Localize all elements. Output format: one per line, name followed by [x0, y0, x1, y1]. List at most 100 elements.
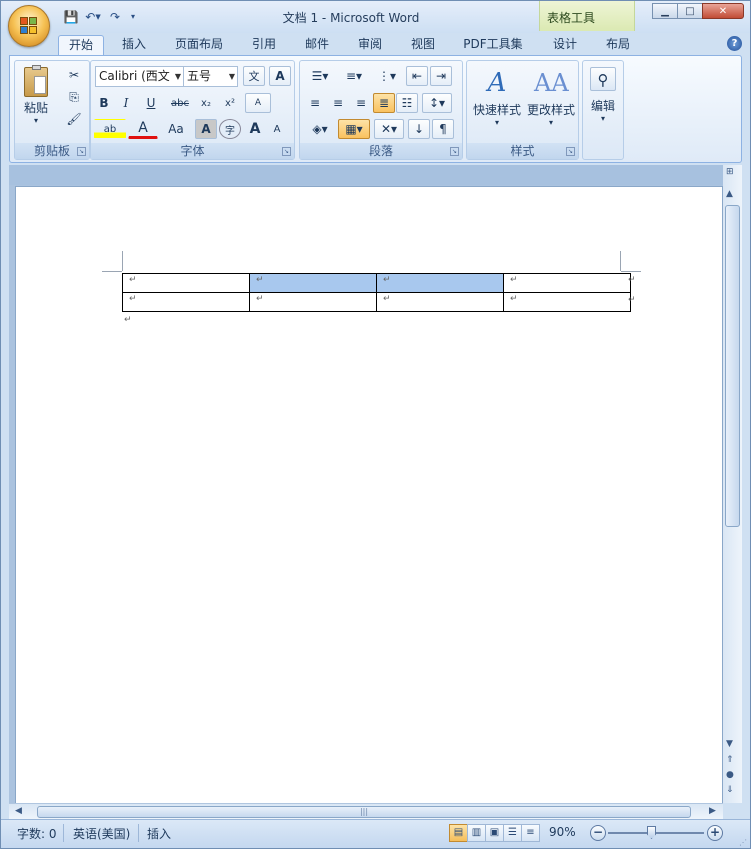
scroll-up-icon[interactable]: ▲ [726, 189, 733, 199]
prev-page-icon[interactable]: ⇑ [726, 755, 734, 765]
tab-mailings[interactable]: 邮件 [297, 35, 337, 55]
tab-view[interactable]: 视图 [403, 35, 443, 55]
strikethrough-button[interactable]: abc [167, 93, 193, 113]
horizontal-scrollbar[interactable]: ◀ ||| ▶ [9, 803, 723, 819]
show-marks-icon[interactable]: ¶ [432, 119, 454, 139]
tab-insert[interactable]: 插入 [114, 35, 154, 55]
document-page[interactable]: ↵ ↵ ↵ ↵ ↵ ↵ ↵ ↵ ↵ ↵ ↵ [15, 186, 723, 804]
insert-mode-indicator[interactable]: 插入 [147, 825, 171, 842]
bold-button[interactable]: B [94, 93, 114, 113]
vertical-scroll-thumb[interactable] [725, 205, 740, 527]
multilevel-list-icon[interactable]: ⋮▾ [372, 66, 402, 86]
zoom-slider-thumb[interactable] [647, 826, 656, 839]
font-launcher-icon[interactable]: ↘ [282, 147, 291, 156]
zoom-slider-track[interactable] [608, 832, 704, 834]
font-color-button[interactable]: A [128, 119, 158, 139]
scroll-right-icon[interactable]: ▶ [709, 806, 716, 816]
enclose-char-icon[interactable]: 字 [219, 119, 241, 139]
tab-layout[interactable]: 布局 [598, 35, 638, 55]
tab-pdf-tools[interactable]: PDF工具集 [457, 35, 529, 55]
zoom-out-icon[interactable]: − [590, 825, 606, 841]
tab-review[interactable]: 审阅 [350, 35, 390, 55]
table-cell-selected[interactable]: ↵ [376, 273, 504, 293]
group-clipboard: 粘贴 ▾ ✂ ⎘ 🖌 剪贴板 ↘ [14, 60, 90, 160]
phonetic-guide-icon[interactable]: 文 [243, 66, 265, 86]
char-border-icon[interactable]: A [269, 66, 291, 86]
table-cell-selected[interactable]: ↵ [249, 273, 377, 293]
zoom-level[interactable]: 90% [549, 825, 576, 839]
horizontal-scroll-thumb[interactable]: ||| [37, 806, 691, 818]
highlight-color-button[interactable]: ab [94, 119, 126, 139]
draft-view-icon[interactable]: ≡ [521, 824, 540, 842]
italic-button[interactable]: I [116, 93, 136, 113]
window-controls: ▁ □ ✕ [652, 3, 744, 19]
shrink-font-icon[interactable]: A [267, 119, 287, 139]
clipboard-launcher-icon[interactable]: ↘ [77, 147, 86, 156]
scroll-left-icon[interactable]: ◀ [15, 806, 22, 816]
table-cell[interactable]: ↵ [122, 273, 250, 293]
group-label-paragraph: 段落 [300, 143, 462, 159]
table-cell[interactable]: ↵ [503, 292, 631, 312]
scroll-down-icon[interactable]: ▼ [726, 739, 733, 749]
numbering-icon[interactable]: ≡▾ [338, 66, 370, 86]
decrease-indent-icon[interactable]: ⇤ [406, 66, 428, 86]
table-cell[interactable]: ↵ [249, 292, 377, 312]
vertical-scrollbar[interactable]: ⊞ ▲ ▼ ⇑ ● ⇓ [723, 165, 742, 803]
minimize-icon[interactable]: ▁ [652, 3, 678, 19]
quick-styles-button[interactable]: A 快速样式 ▾ [470, 63, 524, 141]
editing-button[interactable]: ⚲ 编辑 ▾ [585, 63, 621, 141]
borders-icon[interactable]: ▦▾ [338, 119, 370, 139]
format-painter-icon[interactable]: 🖌 [63, 109, 85, 129]
font-name-combo[interactable]: Calibri (西文 ▼ [95, 66, 184, 87]
align-right-icon[interactable]: ≡ [350, 93, 372, 113]
web-layout-icon[interactable]: ▣ [485, 824, 504, 842]
table-cell[interactable]: ↵ [122, 292, 250, 312]
sort-icon[interactable]: ↓ [408, 119, 430, 139]
change-styles-button[interactable]: AA 更改样式 ▾ [524, 63, 578, 141]
font-size-combo[interactable]: 五号 ▼ [183, 66, 238, 87]
shading-icon[interactable]: ◈▾ [304, 119, 336, 139]
resize-grip-icon[interactable]: ⋰ [739, 838, 747, 847]
underline-button[interactable]: U [138, 93, 164, 113]
subscript-button[interactable]: x₂ [195, 93, 217, 113]
tab-references[interactable]: 引用 [244, 35, 284, 55]
table-cell[interactable]: ↵ [376, 292, 504, 312]
chinese-layout-icon[interactable]: ✕▾ [374, 119, 404, 139]
styles-launcher-icon[interactable]: ↘ [566, 147, 575, 156]
language-indicator[interactable]: 英语(美国) [73, 825, 130, 842]
change-case-button[interactable]: Aa [160, 119, 192, 139]
close-icon[interactable]: ✕ [702, 3, 744, 19]
paragraph-launcher-icon[interactable]: ↘ [450, 147, 459, 156]
cut-icon[interactable]: ✂ [63, 65, 85, 85]
paste-button[interactable]: 粘贴 ▾ [17, 63, 55, 141]
align-center-icon[interactable]: ≡ [327, 93, 349, 113]
paste-label: 粘贴 [23, 101, 48, 115]
tab-design[interactable]: 设计 [545, 35, 585, 55]
office-button[interactable] [8, 5, 50, 47]
bullets-icon[interactable]: ☰▾ [304, 66, 336, 86]
next-page-icon[interactable]: ⇓ [726, 785, 734, 795]
document-table[interactable]: ↵ ↵ ↵ ↵ ↵ ↵ ↵ ↵ [122, 273, 631, 312]
char-shading-icon[interactable]: A [195, 119, 217, 139]
clear-formatting-icon[interactable]: A [245, 93, 271, 113]
line-spacing-icon[interactable]: ↕▾ [422, 93, 452, 113]
tab-page-layout[interactable]: 页面布局 [168, 35, 230, 55]
print-layout-icon[interactable]: ▤ [449, 824, 468, 842]
zoom-in-icon[interactable]: + [707, 825, 723, 841]
tab-home[interactable]: 开始 [58, 35, 104, 55]
align-left-icon[interactable]: ≡ [304, 93, 326, 113]
increase-indent-icon[interactable]: ⇥ [430, 66, 452, 86]
distributed-icon[interactable]: ☷ [396, 93, 418, 113]
ruler-toggle-icon[interactable]: ⊞ [726, 167, 734, 177]
copy-icon[interactable]: ⎘ [63, 87, 85, 107]
help-icon[interactable]: ? [727, 36, 742, 51]
superscript-button[interactable]: x² [219, 93, 241, 113]
justify-icon[interactable]: ≣ [373, 93, 395, 113]
grow-font-icon[interactable]: A [245, 119, 265, 139]
maximize-icon[interactable]: □ [677, 3, 703, 19]
table-cell[interactable]: ↵ [503, 273, 631, 293]
word-count[interactable]: 字数: 0 [17, 825, 57, 842]
full-screen-reading-icon[interactable]: ▥ [467, 824, 486, 842]
browse-object-icon[interactable]: ● [726, 770, 734, 780]
outline-view-icon[interactable]: ☰ [503, 824, 522, 842]
